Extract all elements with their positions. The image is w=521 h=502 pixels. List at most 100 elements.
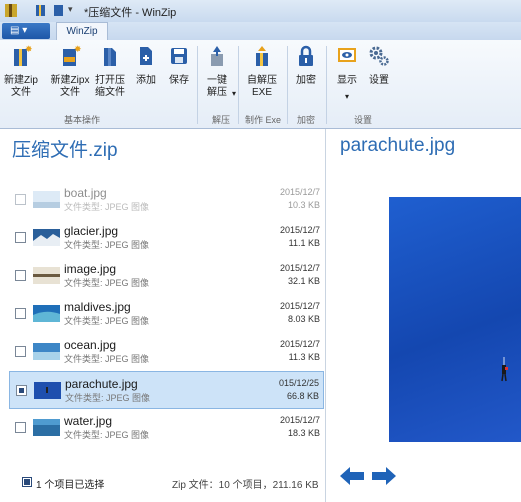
ribbon: ✸ 新建Zip 文件 ✸ 新建Zipx 文件 打开压 缩文件 添加 保存 一键 … xyxy=(0,40,521,129)
thumbnail-icon xyxy=(33,343,60,360)
self-extract-icon xyxy=(256,46,268,66)
save-icon xyxy=(171,48,187,64)
file-date: 2015/12/7 xyxy=(279,339,320,349)
file-type: 文件类型: JPEG 图像 xyxy=(64,278,150,288)
file-name: water.jpg xyxy=(64,414,113,428)
file-date: 015/12/25 xyxy=(278,378,319,388)
file-size: 66.8 KB xyxy=(286,391,319,401)
file-row[interactable]: image.jpg 文件类型: JPEG 图像 2015/12/7 32.1 K… xyxy=(9,257,324,295)
file-name: boat.jpg xyxy=(64,186,107,200)
encrypt-label: 加密 xyxy=(296,75,316,86)
new-zipx-button[interactable]: ✸ 新建Zipx 文件 xyxy=(50,44,90,99)
new-zip-button[interactable]: ✸ 新建Zip 文件 xyxy=(4,44,38,99)
file-row-selected[interactable]: parachute.jpg 文件类型: JPEG 图像 015/12/25 66… xyxy=(9,371,324,409)
file-name: parachute.jpg xyxy=(65,377,138,391)
unzip-button[interactable]: 一键 解压 ▾ xyxy=(204,44,236,100)
new-zip-icon: ✸ xyxy=(14,44,33,66)
add-file-icon xyxy=(140,47,152,65)
file-type: 文件类型: JPEG 图像 xyxy=(64,316,150,326)
preview-panel: parachute.jpg xyxy=(326,129,521,502)
status-bar: 1 个项目已选择 Zip 文件：10 个项目，211.16 KB xyxy=(0,463,325,502)
ribbon-tab-row: ▤ ▾ WinZip xyxy=(0,22,521,40)
file-checkbox[interactable] xyxy=(15,270,26,281)
file-date: 2015/12/7 xyxy=(279,263,320,273)
file-checkbox[interactable] xyxy=(15,422,26,433)
new-zip-quick-icon[interactable] xyxy=(34,3,48,18)
file-row[interactable]: maldives.jpg 文件类型: JPEG 图像 2015/12/7 8.0… xyxy=(9,295,324,333)
file-name: maldives.jpg xyxy=(64,300,131,314)
customize-quick-access-icon[interactable]: ▾ xyxy=(68,4,82,19)
file-size: 32.1 KB xyxy=(287,276,320,286)
thumbnail-icon xyxy=(34,382,61,399)
file-name: ocean.jpg xyxy=(64,338,117,352)
new-zip-label: 新建Zip 文件 xyxy=(4,75,38,98)
unzip-icon xyxy=(211,46,223,66)
thumbnail-icon xyxy=(33,305,60,322)
previous-arrow-icon[interactable] xyxy=(340,467,364,485)
settings-label: 设置 xyxy=(369,75,389,86)
file-date: 2015/12/7 xyxy=(279,415,320,425)
file-row[interactable]: water.jpg 文件类型: JPEG 图像 2015/12/7 18.3 K… xyxy=(9,409,324,447)
parachutist-figure xyxy=(501,357,508,382)
file-type: 文件类型: JPEG 图像 xyxy=(64,354,150,364)
svg-text:✸: ✸ xyxy=(25,44,33,54)
preview-image xyxy=(389,197,521,442)
open-archive-label: 打开压 缩文件 xyxy=(95,75,125,98)
encrypt-button[interactable]: 加密 xyxy=(294,44,318,87)
display-button[interactable]: 显示 ▾ xyxy=(334,44,360,103)
title-bar: ▾ *压缩文件 - WinZip xyxy=(0,0,521,23)
next-arrow-icon[interactable] xyxy=(372,467,396,485)
file-size: 10.3 KB xyxy=(287,200,320,210)
settings-button[interactable]: 设置 xyxy=(366,44,392,87)
group-label-exe: 制作 Exe xyxy=(245,115,282,125)
settings-icon xyxy=(369,46,389,66)
window-title: *压缩文件 - WinZip xyxy=(84,7,177,19)
display-icon xyxy=(338,48,356,62)
file-row[interactable]: ocean.jpg 文件类型: JPEG 图像 2015/12/7 11.3 K… xyxy=(9,333,324,371)
select-all-checkbox[interactable] xyxy=(22,477,32,487)
file-checkbox-checked[interactable] xyxy=(16,385,27,396)
archive-title: 压缩文件.zip xyxy=(12,140,118,161)
file-type: 文件类型: JPEG 图像 xyxy=(64,430,150,440)
thumbnail-icon xyxy=(33,267,60,284)
file-size: 11.1 KB xyxy=(288,238,320,248)
file-date: 2015/12/7 xyxy=(279,301,320,311)
file-date: 2015/12/7 xyxy=(279,187,320,197)
svg-text:✸: ✸ xyxy=(74,44,82,54)
group-label-basic: 基本操作 xyxy=(64,115,101,125)
winzip-app-icon xyxy=(5,4,17,17)
ribbon-separator xyxy=(326,46,327,124)
file-row[interactable]: boat.jpg 文件类型: JPEG 图像 2015/12/7 10.3 KB xyxy=(9,181,324,219)
open-archive-icon xyxy=(104,48,116,66)
open-archive-button[interactable]: 打开压 缩文件 xyxy=(92,44,128,99)
file-checkbox[interactable] xyxy=(15,194,26,205)
add-label: 添加 xyxy=(136,75,156,86)
file-type: 文件类型: JPEG 图像 xyxy=(64,202,150,212)
thumbnail-icon xyxy=(33,419,60,436)
self-extract-button[interactable]: 自解压 EXE xyxy=(244,44,280,99)
file-size: 18.3 KB xyxy=(287,428,320,438)
selection-count: 1 个项目已选择 xyxy=(36,480,105,491)
archive-summary: Zip 文件：10 个项目，211.16 KB xyxy=(172,480,319,491)
open-quick-icon[interactable] xyxy=(52,3,66,18)
save-button[interactable]: 保存 xyxy=(167,44,191,87)
thumbnail-icon xyxy=(33,191,60,208)
file-checkbox[interactable] xyxy=(15,346,26,357)
file-checkbox[interactable] xyxy=(15,308,26,319)
file-type: 文件类型: JPEG 图像 xyxy=(65,393,151,403)
display-dropdown-icon[interactable]: ▾ xyxy=(334,91,360,103)
new-zipx-icon: ✸ xyxy=(63,44,82,66)
tab-winzip[interactable]: WinZip xyxy=(56,22,108,40)
file-checkbox[interactable] xyxy=(15,232,26,243)
group-label-unzip: 解压 xyxy=(212,115,231,125)
file-row[interactable]: glacier.jpg 文件类型: JPEG 图像 2015/12/7 11.1… xyxy=(9,219,324,257)
new-zipx-label: 新建Zipx 文件 xyxy=(50,75,90,98)
file-menu-icon: ▤ ▾ xyxy=(10,25,28,36)
file-menu-button[interactable]: ▤ ▾ xyxy=(2,23,50,39)
preview-title: parachute.jpg xyxy=(340,135,456,156)
add-button[interactable]: 添加 xyxy=(134,44,158,87)
lock-icon xyxy=(299,45,313,66)
display-label: 显示 xyxy=(337,75,357,86)
self-extract-label: 自解压 EXE xyxy=(247,75,277,98)
file-type: 文件类型: JPEG 图像 xyxy=(64,240,150,250)
